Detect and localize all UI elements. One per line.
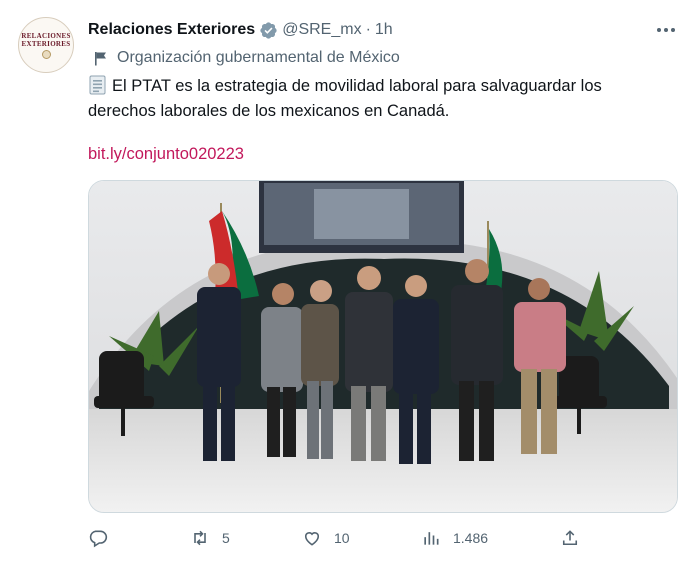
reply-button[interactable] bbox=[88, 522, 120, 554]
affiliation-label: Organización gubernamental de México bbox=[94, 47, 400, 69]
seal-icon bbox=[41, 49, 51, 59]
like-button[interactable]: 10 bbox=[302, 522, 350, 554]
account-name[interactable]: Relaciones Exteriores bbox=[88, 21, 255, 39]
account-handle[interactable]: @SRE_mx bbox=[282, 21, 361, 39]
affiliation-text[interactable]: Organización gubernamental de México bbox=[117, 49, 400, 67]
share-button[interactable] bbox=[560, 522, 580, 554]
share-icon bbox=[562, 530, 578, 546]
tweet-body: El PTAT es la estrategia de movilidad la… bbox=[88, 77, 602, 120]
avatar-text-1: RELACIONES bbox=[21, 31, 71, 40]
avatar-text-2: EXTERIORES bbox=[21, 39, 71, 48]
tweet-header: Relaciones Exteriores @SRE_mx · 1h bbox=[88, 18, 393, 42]
tweet-card: RELACIONES EXTERIORES Relaciones Exterio… bbox=[0, 0, 700, 565]
tweet-text: El PTAT es la estrategia de movilidad la… bbox=[88, 74, 668, 124]
avatar[interactable]: RELACIONES EXTERIORES bbox=[18, 17, 74, 73]
memo-icon bbox=[88, 75, 107, 95]
like-icon bbox=[304, 532, 320, 546]
more-icon bbox=[657, 28, 675, 32]
verified-badge-icon bbox=[259, 21, 278, 40]
reply-icon bbox=[89, 530, 108, 548]
repost-icon bbox=[194, 530, 206, 546]
more-button[interactable] bbox=[654, 20, 678, 40]
like-count: 10 bbox=[334, 530, 350, 546]
views-icon bbox=[424, 532, 439, 545]
action-bar: 5 10 1.486 bbox=[0, 522, 700, 554]
tweet-link[interactable]: bit.ly/conjunto020223 bbox=[88, 142, 244, 167]
tweet-photo[interactable] bbox=[88, 180, 678, 513]
views-count: 1.486 bbox=[453, 530, 489, 546]
repost-button[interactable]: 5 bbox=[190, 522, 230, 554]
tweet-time[interactable]: 1h bbox=[375, 21, 393, 39]
separator-dot: · bbox=[365, 21, 371, 38]
views-button[interactable]: 1.486 bbox=[421, 522, 488, 554]
repost-count: 5 bbox=[222, 530, 230, 546]
flag-icon bbox=[94, 51, 108, 66]
